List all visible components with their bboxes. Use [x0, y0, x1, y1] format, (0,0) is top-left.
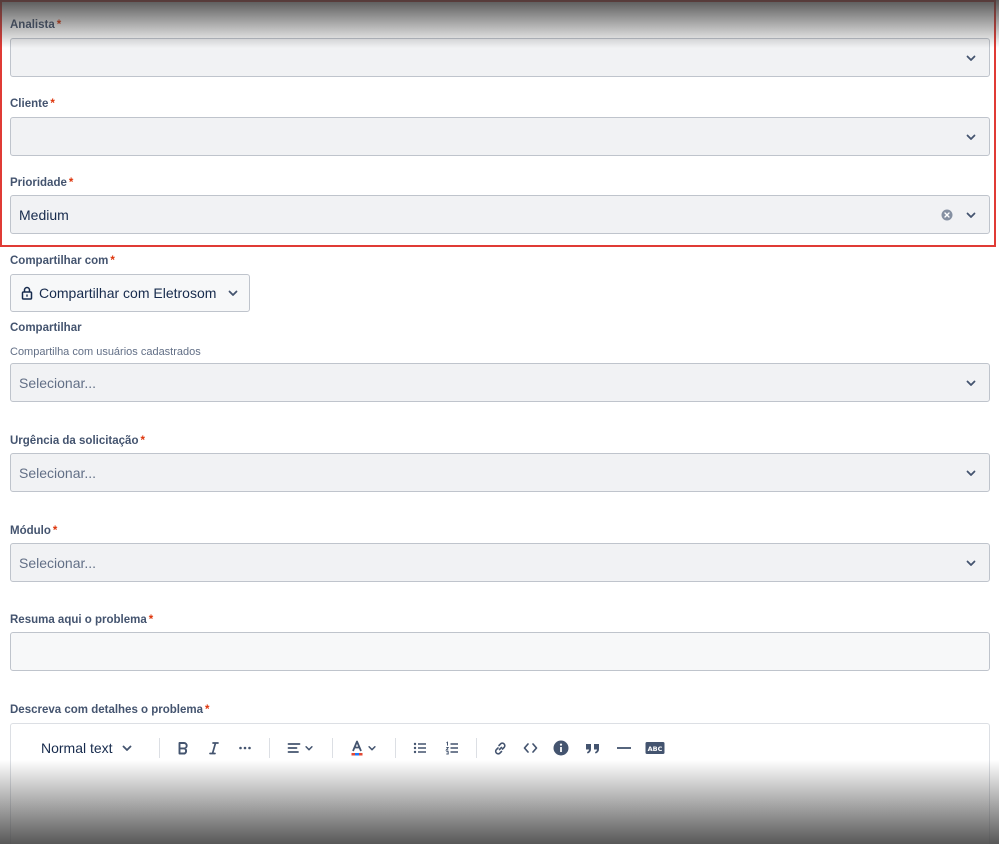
share-with-button-label: Compartilhar com Eletrosom — [39, 285, 217, 301]
toolbar-separator — [159, 738, 160, 758]
share-with-button[interactable]: Compartilhar com Eletrosom — [10, 274, 250, 312]
required-mark: * — [50, 98, 55, 110]
prioridade-select[interactable]: Medium — [10, 195, 990, 234]
chevron-down-icon — [228, 290, 238, 296]
prioridade-value: Medium — [19, 206, 69, 223]
cliente-label: Cliente * — [10, 98, 55, 110]
descricao-label: Descreva com detalhes o problema * — [10, 704, 210, 716]
link-icon[interactable] — [488, 736, 512, 760]
compartilhar-placeholder: Selecionar... — [19, 374, 97, 391]
toolbar-separator — [395, 738, 396, 758]
analista-label: Analista * — [10, 19, 62, 31]
required-mark: * — [110, 255, 115, 267]
compartilhar-help-text: Compartilha com usuários cadastrados — [10, 346, 201, 358]
more-icon[interactable] — [233, 736, 257, 760]
cliente-select[interactable] — [10, 117, 990, 156]
description-editor[interactable]: Normal text ABC — [10, 723, 990, 844]
text-style-label: Normal text — [41, 740, 113, 756]
required-mark: * — [68, 177, 74, 189]
svg-text:ABC: ABC — [648, 745, 663, 753]
prioridade-label: Prioridade * — [10, 177, 74, 189]
required-mark: * — [205, 704, 210, 716]
modulo-label: Módulo * — [10, 525, 58, 537]
editor-toolbar: Normal text ABC — [11, 724, 989, 772]
urgencia-placeholder: Selecionar... — [19, 464, 97, 481]
compartilhar-label: Compartilhar — [10, 322, 82, 334]
analista-select[interactable] — [10, 38, 990, 77]
resumo-label: Resuma aqui o problema * — [10, 614, 154, 626]
chevron-down-icon — [966, 134, 976, 140]
required-mark: * — [140, 435, 145, 447]
chevron-down-icon — [966, 470, 976, 476]
text-style-dropdown[interactable]: Normal text — [41, 736, 139, 760]
request-form: Analista * Cliente * Prioridade * Medium Co… — [0, 0, 999, 844]
chevron-down-icon — [966, 560, 976, 566]
abc-icon[interactable]: ABC — [642, 736, 668, 760]
summary-input[interactable] — [10, 632, 990, 671]
chevron-down-icon — [966, 55, 976, 61]
bold-icon[interactable] — [171, 736, 195, 760]
lock-icon — [21, 286, 33, 300]
required-mark: * — [52, 525, 58, 537]
clear-icon[interactable] — [941, 209, 953, 221]
chevron-down-icon — [122, 745, 131, 751]
italic-icon[interactable] — [202, 736, 226, 760]
toolbar-separator — [476, 738, 477, 758]
modulo-select[interactable]: Selecionar... — [10, 543, 990, 582]
required-mark: * — [148, 614, 154, 626]
chevron-down-icon — [966, 212, 976, 218]
text-color-icon[interactable] — [346, 736, 380, 760]
compartilhar-select[interactable]: Selecionar... — [10, 363, 990, 402]
code-icon[interactable] — [518, 736, 542, 760]
toolbar-separator — [332, 738, 333, 758]
compartilhar-com-label: Compartilhar com * — [10, 255, 115, 267]
urgencia-select[interactable]: Selecionar... — [10, 453, 990, 492]
numbered-list-icon[interactable] — [440, 736, 464, 760]
chevron-down-icon — [966, 380, 976, 386]
required-mark: * — [56, 19, 62, 31]
modulo-placeholder: Selecionar... — [19, 554, 97, 571]
align-icon[interactable] — [283, 736, 317, 760]
toolbar-separator — [269, 738, 270, 758]
info-icon[interactable] — [549, 736, 573, 760]
quote-icon[interactable] — [581, 736, 605, 760]
urgencia-label: Urgência da solicitação * — [10, 435, 145, 447]
divider-icon[interactable] — [612, 736, 636, 760]
bullet-list-icon[interactable] — [408, 736, 432, 760]
